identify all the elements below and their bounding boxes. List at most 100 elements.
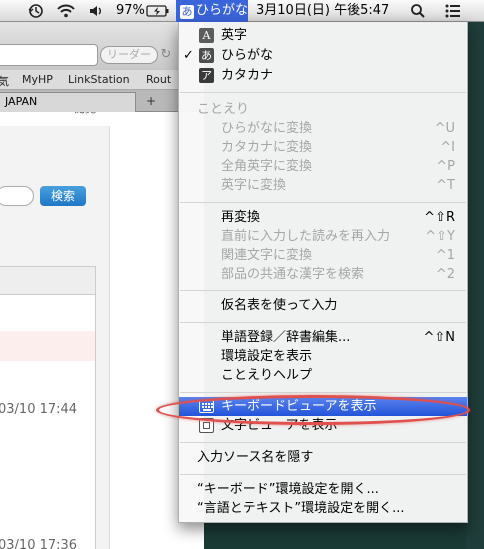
search-input[interactable] bbox=[0, 186, 34, 206]
address-field[interactable] bbox=[0, 44, 98, 66]
notification-center-icon[interactable] bbox=[444, 0, 462, 22]
menu-separator bbox=[180, 202, 466, 203]
menu-item-hiragana[interactable]: ✓ あ ひらがな bbox=[179, 46, 467, 65]
menu-item-label: 部品の共通な漢字を検索 bbox=[221, 267, 365, 282]
timestamp: 03/10 17:44 bbox=[0, 402, 78, 417]
input-source-name: ひらがな bbox=[196, 3, 249, 18]
shortcut: ^2 bbox=[435, 267, 455, 282]
new-tab-icon[interactable]: + bbox=[142, 93, 160, 109]
section-title: ことえり bbox=[197, 102, 250, 117]
highlighted-row[interactable] bbox=[0, 331, 95, 361]
menu-item-label: 英字に変換 bbox=[221, 178, 287, 193]
hiragana-icon: あ bbox=[199, 48, 214, 63]
menu-separator bbox=[180, 92, 466, 93]
menu-item-label: 関連文字に変換 bbox=[221, 248, 313, 263]
spotlight-search-icon[interactable] bbox=[410, 0, 426, 22]
input-source-menu[interactable]: あひらがな bbox=[176, 0, 248, 22]
menu-item-kotoeri-help[interactable]: ことえりヘルプ bbox=[179, 366, 467, 385]
tab-bar: JAPAN + bbox=[0, 90, 204, 112]
battery-icon[interactable] bbox=[146, 0, 170, 22]
search-button[interactable]: 検索 bbox=[40, 186, 86, 206]
menu-item-to-eiji[interactable]: 英字に変換 ^T bbox=[179, 176, 467, 195]
menu-item-label: ことえりヘルプ bbox=[221, 368, 313, 383]
menu-item-label: 英字 bbox=[221, 28, 248, 43]
shortcut: ^⇧N bbox=[423, 330, 455, 345]
menu-item-open-keyboard-prefs[interactable]: “キーボード”環境設定を開く... bbox=[179, 480, 467, 499]
menu-item-label: 単語登録／辞書編集... bbox=[221, 330, 351, 345]
shortcut: ^⇧R bbox=[424, 210, 455, 225]
menu-item-label: 全角英字に変換 bbox=[221, 159, 313, 174]
menu-separator bbox=[180, 392, 466, 393]
shortcut: ^U bbox=[434, 121, 455, 136]
menu-item-to-katakana[interactable]: カタカナに変換 ^I bbox=[179, 138, 467, 157]
browser-window: リーダー ↻ 気 MyHP LinkStation Rout JAPAN + 閲… bbox=[0, 22, 204, 549]
menu-item-label: “言語とテキスト”環境設定を開く... bbox=[197, 501, 405, 516]
menu-separator bbox=[180, 474, 466, 475]
menu-item-show-prefs[interactable]: 環境設定を表示 bbox=[179, 347, 467, 366]
browser-toolbar: リーダー ↻ bbox=[0, 22, 204, 70]
menu-item-open-language-prefs[interactable]: “言語とテキスト”環境設定を開く... bbox=[179, 499, 467, 518]
clock[interactable]: 3月10日(日) 午後5:47 bbox=[256, 0, 389, 22]
bookmark-item[interactable]: LinkStation bbox=[68, 73, 130, 86]
menu-item-label: 入力ソース名を隠す bbox=[197, 450, 314, 465]
menu-item-word-register[interactable]: 単語登録／辞書編集... ^⇧N bbox=[179, 328, 467, 347]
menu-item-label: カタカナに変換 bbox=[221, 140, 313, 155]
menu-separator bbox=[180, 322, 466, 323]
menu-item-to-hiragana[interactable]: ひらがなに変換 ^U bbox=[179, 119, 467, 138]
menu-separator bbox=[180, 290, 466, 291]
page-sidebar: 検索 bbox=[0, 126, 110, 549]
volume-icon[interactable] bbox=[88, 0, 106, 22]
menu-item-to-fullwidth[interactable]: 全角英字に変換 ^P bbox=[179, 157, 467, 176]
menu-separator bbox=[180, 442, 466, 443]
wifi-icon[interactable] bbox=[56, 0, 76, 22]
hiragana-icon: あ bbox=[180, 5, 194, 19]
menu-item-label: 文字ビューアを表示 bbox=[221, 418, 338, 433]
menu-item-label: “キーボード”環境設定を開く... bbox=[197, 482, 379, 497]
menu-bar: 97% あひらがな 3月10日(日) 午後5:47 bbox=[0, 0, 484, 22]
desktop-background bbox=[466, 22, 484, 549]
shortcut: ^P bbox=[436, 159, 455, 174]
shortcut: ^1 bbox=[435, 248, 455, 263]
timestamp: 03/10 17:36 bbox=[0, 538, 78, 549]
menu-item-related-chars[interactable]: 関連文字に変換 ^1 bbox=[179, 246, 467, 265]
menu-item-katakana[interactable]: ア カタカナ bbox=[179, 66, 467, 85]
bookmarks-bar: 気 MyHP LinkStation Rout bbox=[0, 70, 204, 90]
bookmark-item[interactable]: Rout bbox=[146, 73, 171, 86]
browser-tab[interactable]: JAPAN bbox=[0, 92, 136, 112]
menu-item-label: ひらがな bbox=[221, 48, 274, 63]
menu-item-hide-source-name[interactable]: 入力ソース名を隠す bbox=[179, 448, 467, 467]
menu-item-label: 再変換 bbox=[221, 210, 261, 225]
menu-item-label: 環境設定を表示 bbox=[221, 349, 313, 364]
menu-item-keyboard-viewer[interactable]: キーボードビューアを表示 bbox=[179, 397, 467, 416]
character-viewer-icon bbox=[199, 418, 214, 433]
menu-item-label: キーボードビューアを表示 bbox=[221, 399, 377, 414]
menu-item-eiji[interactable]: A 英字 bbox=[179, 26, 467, 45]
reload-icon[interactable]: ↻ bbox=[156, 47, 176, 65]
menu-item-label: ひらがなに変換 bbox=[221, 121, 313, 136]
battery-percent[interactable]: 97% bbox=[116, 0, 145, 22]
menu-item-label: 仮名表を使って入力 bbox=[221, 298, 338, 313]
menu-item-label: カタカナ bbox=[221, 68, 274, 83]
menu-item-reconvert[interactable]: 再変換 ^⇧R bbox=[179, 208, 467, 227]
menu-item-reenter-reading[interactable]: 直前に入力した読みを再入力 ^⇧Y bbox=[179, 227, 467, 246]
alphabet-icon: A bbox=[199, 28, 214, 43]
menu-item-kana-table[interactable]: 仮名表を使って入力 bbox=[179, 296, 467, 315]
katakana-icon: ア bbox=[199, 68, 214, 83]
shortcut: ^⇧Y bbox=[425, 229, 455, 244]
time-machine-icon[interactable] bbox=[28, 0, 44, 22]
checkmark-icon: ✓ bbox=[183, 48, 194, 63]
shortcut: ^T bbox=[436, 178, 455, 193]
shortcut: ^I bbox=[440, 140, 455, 155]
keyboard-icon bbox=[199, 400, 214, 413]
reader-button[interactable]: リーダー bbox=[100, 46, 158, 64]
page-content: 閲覧 検索 03/10 17:44 03/10 17:36 bbox=[0, 112, 204, 549]
input-source-dropdown: A 英字 ✓ あ ひらがな ア カタカナ ことえり ひらがなに変換 ^U カタカ… bbox=[178, 22, 468, 523]
menu-item-label: 直前に入力した読みを再入力 bbox=[221, 229, 391, 244]
page-nav-text: 閲覧 bbox=[0, 112, 110, 120]
panel-header bbox=[0, 267, 95, 295]
menu-section-header: ことえり bbox=[179, 100, 467, 119]
bookmark-item[interactable]: MyHP bbox=[22, 73, 53, 86]
menu-item-search-kanji[interactable]: 部品の共通な漢字を検索 ^2 bbox=[179, 265, 467, 284]
bookmark-item[interactable]: 気 bbox=[0, 73, 9, 89]
menu-item-character-viewer[interactable]: 文字ビューアを表示 bbox=[179, 416, 467, 435]
